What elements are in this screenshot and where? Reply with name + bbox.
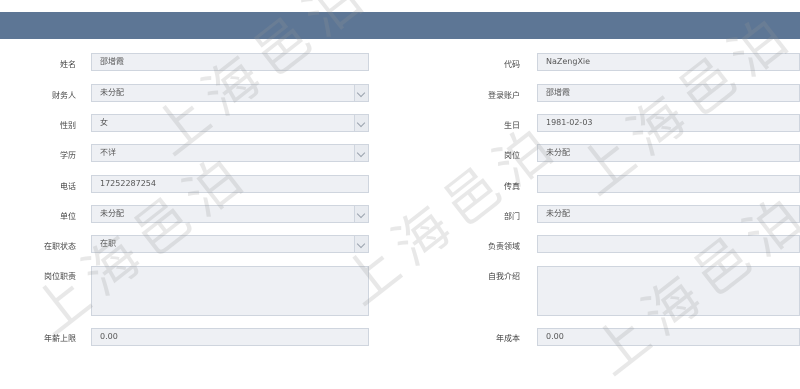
label-annual-cost: 年成本 (496, 334, 520, 343)
top-strip (0, 0, 800, 12)
chevron-down-icon[interactable] (354, 236, 368, 252)
label-gender: 性别 (60, 121, 76, 130)
chevron-down-icon[interactable] (354, 115, 368, 131)
employment-status-select[interactable]: 在职 (91, 235, 369, 253)
label-phone: 电话 (60, 182, 76, 191)
chevron-down-icon[interactable] (354, 206, 368, 222)
salary-cap-field[interactable]: 0.00 (91, 328, 369, 346)
label-salary-cap: 年薪上限 (44, 334, 76, 343)
fax-field[interactable] (537, 175, 800, 193)
label-education: 学历 (60, 151, 76, 160)
login-account-field[interactable]: 邵增霞 (537, 84, 800, 102)
responsible-area-field[interactable] (537, 235, 800, 253)
label-birthday: 生日 (504, 121, 520, 130)
label-employment-status: 在职状态 (44, 242, 76, 251)
company-value: 未分配 (100, 209, 124, 218)
job-duties-textarea[interactable] (91, 266, 369, 316)
label-responsible-area: 负责领域 (488, 242, 520, 251)
finance-person-value: 未分配 (100, 88, 124, 97)
phone-field[interactable]: 17252287254 (91, 175, 369, 193)
finance-person-select[interactable]: 未分配 (91, 84, 369, 102)
label-finance-person: 财务人 (52, 91, 76, 100)
label-self-intro: 自我介绍 (488, 272, 520, 281)
code-field[interactable]: NaZengXie (537, 53, 800, 71)
label-fax: 传真 (504, 182, 520, 191)
label-department: 部门 (504, 212, 520, 221)
position-field[interactable]: 未分配 (537, 144, 800, 162)
gender-value: 女 (100, 118, 108, 127)
education-value: 不详 (100, 148, 116, 157)
label-job-duties: 岗位职责 (44, 272, 76, 281)
employment-status-value: 在职 (100, 239, 116, 248)
label-position: 岗位 (504, 151, 520, 160)
label-name: 姓名 (60, 60, 76, 69)
annual-cost-field[interactable]: 0.00 (537, 328, 800, 346)
department-field[interactable]: 未分配 (537, 205, 800, 223)
chevron-down-icon[interactable] (354, 145, 368, 161)
education-select[interactable]: 不详 (91, 144, 369, 162)
company-select[interactable]: 未分配 (91, 205, 369, 223)
name-field[interactable]: 邵增霞 (91, 53, 369, 71)
label-login-account: 登录账户 (488, 91, 520, 100)
header-bar (0, 12, 800, 39)
label-company: 单位 (60, 212, 76, 221)
self-intro-textarea[interactable] (537, 266, 800, 316)
birthday-field[interactable]: 1981-02-03 (537, 114, 800, 132)
gender-select[interactable]: 女 (91, 114, 369, 132)
label-code: 代码 (504, 60, 520, 69)
chevron-down-icon[interactable] (354, 85, 368, 101)
